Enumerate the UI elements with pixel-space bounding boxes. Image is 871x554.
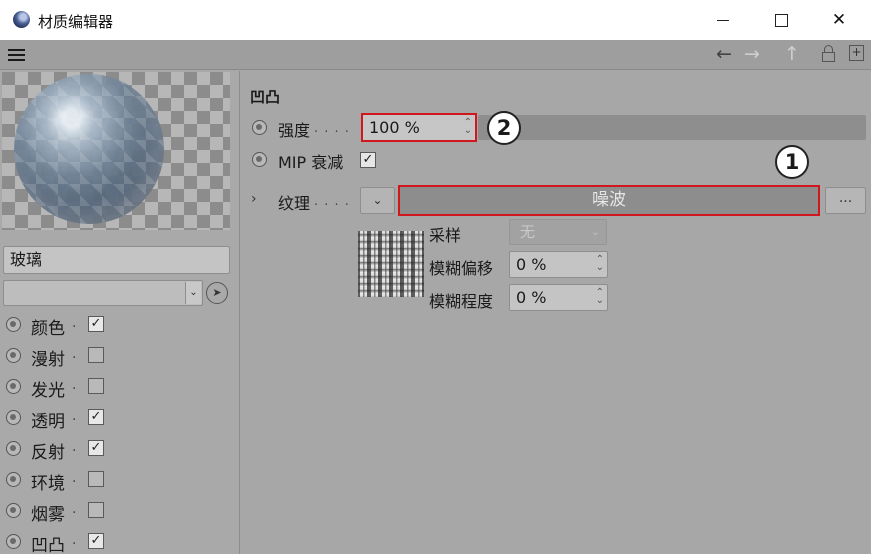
minimize-button[interactable] xyxy=(700,6,746,34)
channel-label: 透明 xyxy=(31,412,65,432)
channel-diffusion[interactable]: 漫射 . xyxy=(0,341,240,371)
lock-icon[interactable] xyxy=(822,45,835,62)
channel-dots: . xyxy=(72,315,77,331)
blur-offset-value: 0 % xyxy=(516,255,547,274)
minimize-icon xyxy=(717,19,729,21)
channel-checkbox[interactable] xyxy=(88,347,104,363)
close-button[interactable]: ✕ xyxy=(816,6,862,34)
channel-radio-icon[interactable] xyxy=(6,379,21,394)
channel-checkbox[interactable]: ✓ xyxy=(88,533,104,549)
channel-dots: . xyxy=(72,408,77,424)
blur-offset-input[interactable]: 0 % ⌃ ⌄ xyxy=(509,251,608,278)
channel-reflectance[interactable]: 反射 . ✓ xyxy=(0,434,240,464)
title-bar: 材质编辑器 ✕ xyxy=(0,0,871,40)
spinner-arrows-icon[interactable]: ⌃ ⌄ xyxy=(596,288,604,306)
channel-label: 颜色 xyxy=(31,319,65,339)
pick-cursor-icon[interactable]: ➤ xyxy=(206,282,228,304)
channel-radio-icon[interactable] xyxy=(6,503,21,518)
channel-fog[interactable]: 烟雾 . xyxy=(0,496,240,526)
spinner-arrows-icon[interactable]: ⌃ ⌄ xyxy=(464,118,472,136)
window-title: 材质编辑器 xyxy=(38,13,114,31)
app-logo-icon xyxy=(13,11,30,28)
maximize-button[interactable] xyxy=(758,6,804,34)
toolbar: ← → ↑ + xyxy=(0,40,871,70)
channel-color[interactable]: 颜色 . ✓ xyxy=(0,310,240,340)
strength-value: 100 % xyxy=(369,118,420,137)
channel-checkbox[interactable] xyxy=(88,378,104,394)
close-icon: ✕ xyxy=(831,10,847,30)
channel-dots: . xyxy=(72,377,77,393)
channel-radio-icon[interactable] xyxy=(6,410,21,425)
section-title: 凹凸 xyxy=(250,88,281,106)
channel-radio-icon[interactable] xyxy=(6,472,21,487)
channel-checkbox[interactable]: ✓ xyxy=(88,316,104,332)
strength-dots: . . . . xyxy=(314,121,350,136)
material-dropdown[interactable]: ⌄ xyxy=(3,280,203,306)
channel-transparency[interactable]: 透明 . ✓ xyxy=(0,403,240,433)
channel-label: 环境 xyxy=(31,474,65,494)
forward-arrow-icon[interactable]: → xyxy=(744,44,760,64)
mip-checkbox[interactable]: ✓ xyxy=(360,152,376,168)
texture-more-button[interactable]: ... xyxy=(825,187,866,214)
mip-label: MIP 衰减 xyxy=(278,153,344,172)
menu-icon[interactable] xyxy=(8,49,25,61)
channel-label: 烟雾 xyxy=(31,505,65,525)
channel-dots: . xyxy=(72,501,77,517)
sampling-label: 采样 xyxy=(429,226,462,245)
channel-label: 反射 xyxy=(31,443,65,463)
mip-radio-icon[interactable] xyxy=(252,152,267,167)
texture-shader-field[interactable]: 噪波 xyxy=(398,185,820,216)
preview-sphere xyxy=(14,74,164,224)
channel-bump[interactable]: 凹凸 . ✓ xyxy=(0,527,240,554)
expand-arrow-icon[interactable]: › xyxy=(251,191,257,207)
channel-environment[interactable]: 环境 . xyxy=(0,465,240,495)
channel-dots: . xyxy=(72,439,77,455)
material-sidebar: 玻璃 ⌄ ➤ 颜色 . ✓ 漫射 . 发光 . 透明 . ✓ 反射 . ✓ 环境… xyxy=(0,71,240,554)
texture-dots: . . . . xyxy=(314,194,350,209)
sampling-dropdown[interactable]: 无 ⌄ xyxy=(509,219,607,245)
material-preview[interactable] xyxy=(2,72,230,230)
channel-label: 发光 xyxy=(31,381,65,401)
material-name-field[interactable]: 玻璃 xyxy=(3,246,230,274)
noise-texture-thumbnail xyxy=(358,231,424,297)
channel-dots: . xyxy=(72,470,77,486)
channel-checkbox[interactable]: ✓ xyxy=(88,440,104,456)
blur-scale-value: 0 % xyxy=(516,288,547,307)
channel-label: 漫射 xyxy=(31,350,65,370)
strength-input[interactable]: 100 % ⌃ ⌄ xyxy=(361,113,477,142)
channel-radio-icon[interactable] xyxy=(6,348,21,363)
blur-scale-label: 模糊程度 xyxy=(429,292,494,311)
channel-dots: . xyxy=(72,346,77,362)
sampling-value: 无 xyxy=(520,223,536,241)
strength-label: 强度 xyxy=(278,121,311,140)
chevron-down-icon[interactable]: ⌄ xyxy=(185,282,201,304)
channel-checkbox[interactable] xyxy=(88,502,104,518)
channel-dots: . xyxy=(72,532,77,548)
maximize-icon xyxy=(774,13,788,27)
strength-slider[interactable] xyxy=(478,115,866,140)
new-window-icon[interactable]: + xyxy=(849,45,864,61)
channel-checkbox[interactable] xyxy=(88,471,104,487)
chevron-down-icon: ⌄ xyxy=(590,225,600,238)
spinner-arrows-icon[interactable]: ⌃ ⌄ xyxy=(596,255,604,273)
channel-radio-icon[interactable] xyxy=(6,317,21,332)
channel-radio-icon[interactable] xyxy=(6,441,21,456)
channel-luminance[interactable]: 发光 . xyxy=(0,372,240,402)
up-arrow-icon[interactable]: ↑ xyxy=(784,44,800,64)
texture-menu-dropdown[interactable]: ⌄ xyxy=(360,187,395,214)
back-arrow-icon[interactable]: ← xyxy=(716,44,732,64)
blur-offset-label: 模糊偏移 xyxy=(429,259,494,278)
channel-checkbox[interactable]: ✓ xyxy=(88,409,104,425)
callout-badge: 1 xyxy=(775,145,809,179)
blur-scale-input[interactable]: 0 % ⌃ ⌄ xyxy=(509,284,608,311)
channel-radio-icon[interactable] xyxy=(6,534,21,549)
channel-label: 凹凸 xyxy=(31,536,65,554)
callout-badge: 2 xyxy=(487,111,521,145)
strength-radio-icon[interactable] xyxy=(252,120,267,135)
texture-label: 纹理 xyxy=(278,194,311,213)
